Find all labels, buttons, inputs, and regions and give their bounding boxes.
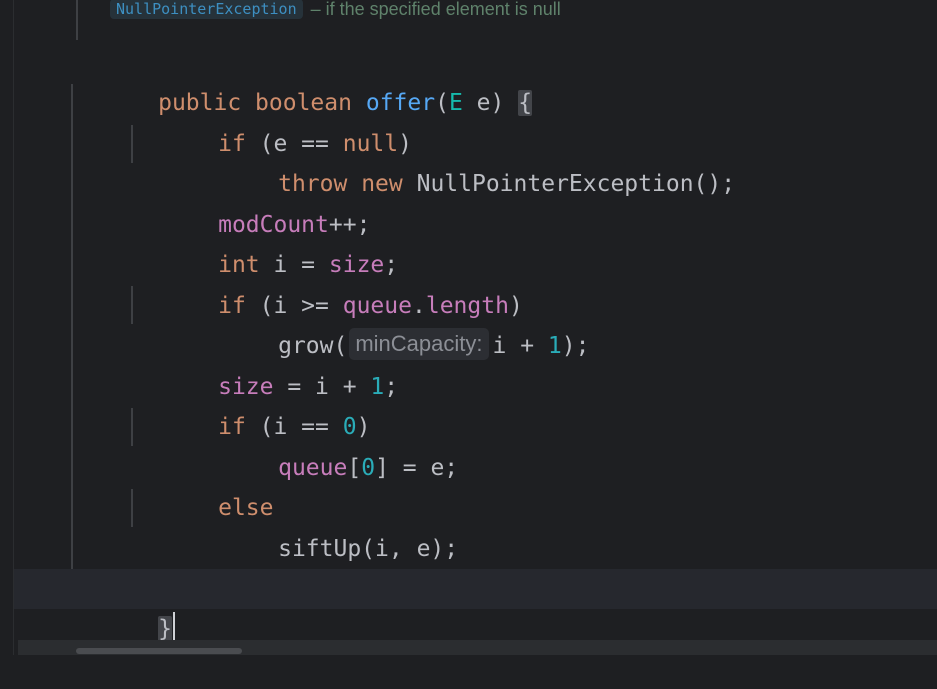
javadoc-guide	[76, 0, 78, 40]
code-line-7[interactable]: grow(minCapacity: i + 1);	[14, 286, 937, 360]
horizontal-scrollbar[interactable]	[18, 640, 937, 655]
code-editor[interactable]: NullPointerException – if the specified …	[14, 0, 937, 642]
code-line-10[interactable]: queue[0] = e;	[14, 408, 937, 481]
text-caret	[172, 612, 175, 642]
code-line-9[interactable]: if (i == 0)	[14, 367, 937, 440]
code-line-2[interactable]: if (e == null)	[14, 84, 937, 157]
code-line-13[interactable]: return true;	[14, 529, 937, 602]
code-line-12[interactable]: siftUp(i, e);	[14, 489, 937, 562]
close-brace: }	[158, 616, 172, 642]
code-line-3[interactable]: throw new NullPointerException();	[14, 124, 937, 197]
javadoc-throws-line: NullPointerException – if the specified …	[110, 0, 561, 19]
code-line-8[interactable]: size = i + 1;	[14, 327, 937, 400]
javadoc-description: – if the specified element is null	[310, 0, 561, 19]
code-line-11[interactable]: else	[14, 448, 937, 521]
code-line-4[interactable]: modCount++;	[14, 165, 937, 238]
code-line-1[interactable]: public boolean offer(E e) {	[14, 43, 937, 116]
editor-gutter	[0, 0, 14, 655]
javadoc-exception-name[interactable]: NullPointerException	[110, 0, 303, 19]
code-line-6[interactable]: if (i >= queue.length)	[14, 246, 937, 319]
code-line-5[interactable]: int i = size;	[14, 205, 937, 278]
scrollbar-thumb[interactable]	[76, 648, 242, 654]
code-line-14-current[interactable]: }	[14, 569, 937, 642]
